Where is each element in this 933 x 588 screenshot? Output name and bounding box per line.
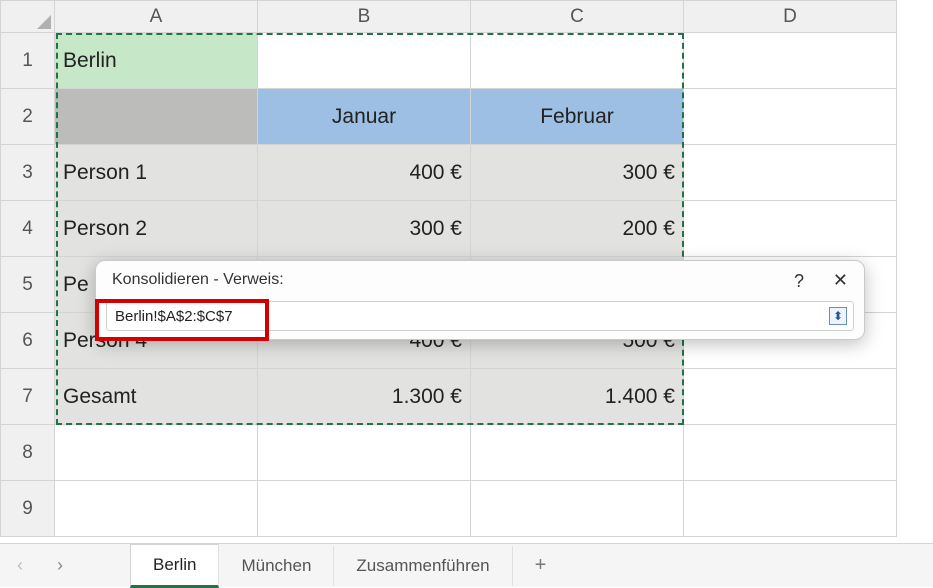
tab-nav-prev[interactable]: ‹ bbox=[0, 555, 40, 576]
cell-A2[interactable] bbox=[55, 89, 258, 145]
consolidate-reference-dialog: Konsolidieren - Verweis: ? ✕ ⬍ bbox=[95, 260, 865, 340]
row-header-9[interactable]: 9 bbox=[1, 481, 55, 537]
cell-B9[interactable] bbox=[258, 481, 471, 537]
cell-C4[interactable]: 200 € bbox=[471, 201, 684, 257]
row-header-7[interactable]: 7 bbox=[1, 369, 55, 425]
cell-D1[interactable] bbox=[684, 33, 897, 89]
dialog-title: Konsolidieren - Verweis: bbox=[112, 271, 284, 289]
cell-B1[interactable] bbox=[258, 33, 471, 89]
cell-C7[interactable]: 1.400 € bbox=[471, 369, 684, 425]
row-header-5[interactable]: 5 bbox=[1, 257, 55, 313]
expand-icon: ⬍ bbox=[833, 309, 843, 323]
col-header-A[interactable]: A bbox=[55, 1, 258, 33]
cell-B2[interactable]: Januar bbox=[258, 89, 471, 145]
cell-C8[interactable] bbox=[471, 425, 684, 481]
row-header-1[interactable]: 1 bbox=[1, 33, 55, 89]
select-all-corner[interactable] bbox=[1, 1, 55, 33]
cell-C1[interactable] bbox=[471, 33, 684, 89]
expand-dialog-icon[interactable]: ⬍ bbox=[829, 307, 847, 325]
sheet-tab-muenchen[interactable]: München bbox=[219, 546, 334, 586]
dialog-close-button[interactable]: ✕ bbox=[833, 270, 848, 291]
row-header-2[interactable]: 2 bbox=[1, 89, 55, 145]
cell-A9[interactable] bbox=[55, 481, 258, 537]
cell-B7[interactable]: 1.300 € bbox=[258, 369, 471, 425]
cell-C9[interactable] bbox=[471, 481, 684, 537]
sheet-tab-bar: ‹ › Berlin München Zusammenführen + bbox=[0, 543, 933, 587]
cell-B8[interactable] bbox=[258, 425, 471, 481]
cell-D2[interactable] bbox=[684, 89, 897, 145]
cell-A4[interactable]: Person 2 bbox=[55, 201, 258, 257]
add-sheet-button[interactable]: + bbox=[513, 544, 569, 587]
row-header-8[interactable]: 8 bbox=[1, 425, 55, 481]
col-header-D[interactable]: D bbox=[684, 1, 897, 33]
cell-B3[interactable]: 400 € bbox=[258, 145, 471, 201]
cell-D8[interactable] bbox=[684, 425, 897, 481]
cell-C2[interactable]: Februar bbox=[471, 89, 684, 145]
sheet-tab-zusammenfuehren[interactable]: Zusammenführen bbox=[334, 546, 512, 586]
row-header-6[interactable]: 6 bbox=[1, 313, 55, 369]
reference-input[interactable] bbox=[107, 308, 853, 325]
row-header-3[interactable]: 3 bbox=[1, 145, 55, 201]
cell-D7[interactable] bbox=[684, 369, 897, 425]
cell-A8[interactable] bbox=[55, 425, 258, 481]
row-header-4[interactable]: 4 bbox=[1, 201, 55, 257]
col-header-B[interactable]: B bbox=[258, 1, 471, 33]
cell-A3[interactable]: Person 1 bbox=[55, 145, 258, 201]
cell-D4[interactable] bbox=[684, 201, 897, 257]
cell-A7[interactable]: Gesamt bbox=[55, 369, 258, 425]
dialog-help-button[interactable]: ? bbox=[794, 271, 804, 292]
cell-C3[interactable]: 300 € bbox=[471, 145, 684, 201]
reference-input-wrap: ⬍ bbox=[106, 301, 854, 331]
cell-D9[interactable] bbox=[684, 481, 897, 537]
tab-nav-next[interactable]: › bbox=[40, 555, 80, 576]
sheet-tab-berlin[interactable]: Berlin bbox=[130, 544, 219, 588]
cell-B4[interactable]: 300 € bbox=[258, 201, 471, 257]
cell-A1[interactable]: Berlin bbox=[55, 33, 258, 89]
col-header-C[interactable]: C bbox=[471, 1, 684, 33]
cell-D3[interactable] bbox=[684, 145, 897, 201]
